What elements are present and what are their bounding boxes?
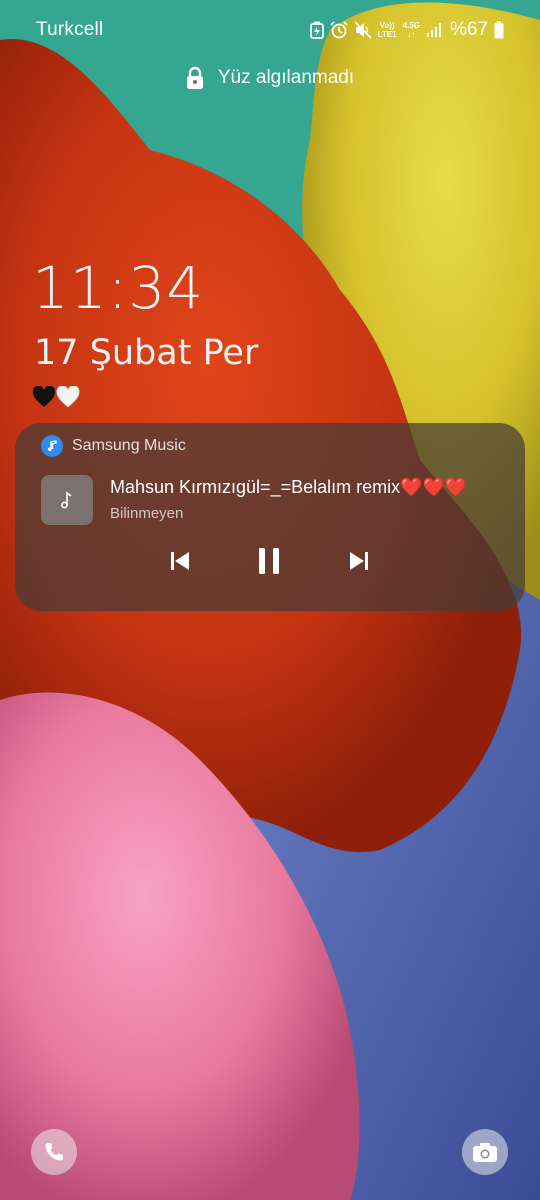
alarm-icon (330, 21, 348, 39)
camera-shortcut[interactable] (462, 1129, 508, 1175)
album-art (41, 475, 93, 525)
battery-percent: %67 (449, 19, 488, 40)
media-player-card[interactable]: Samsung Music Mahsun Kırmızıgül=_=Belalı… (15, 423, 525, 611)
previous-button[interactable] (160, 541, 200, 581)
media-app-name: Samsung Music (72, 437, 186, 454)
camera-icon (473, 1143, 497, 1162)
volte-icon: Vo)) LTE1 (377, 21, 397, 39)
samsung-music-icon (41, 435, 63, 457)
lock-icon (186, 66, 203, 89)
pause-button[interactable] (249, 541, 289, 581)
status-bar: Turkcell Vo)) LTE1 4.5G ↓↑ %67 (0, 0, 540, 60)
next-icon (350, 552, 368, 570)
media-controls (15, 541, 525, 581)
battery-icon (494, 21, 504, 39)
music-note-icon (61, 491, 72, 509)
signal-icon (426, 23, 441, 37)
lockscreen-date: 17 Şubat Per (34, 333, 259, 373)
next-button[interactable] (339, 541, 379, 581)
4g-icon: 4.5G ↓↑ (402, 21, 420, 39)
media-app-header: Samsung Music (41, 435, 186, 457)
face-unlock-status: Yüz algılanmadı (0, 66, 540, 90)
phone-icon (45, 1143, 63, 1161)
owner-info (32, 386, 80, 408)
black-heart-icon (32, 386, 56, 407)
pause-icon (259, 548, 279, 574)
song-artist: Bilinmeyen (110, 505, 184, 522)
lock-message: Yüz algılanmadı (217, 67, 355, 88)
song-title: Mahsun Kırmızıgül=_=Belalım remix❤️❤️❤️ (110, 477, 468, 497)
phone-shortcut[interactable] (31, 1129, 77, 1175)
white-heart-icon (56, 386, 80, 408)
previous-icon (171, 552, 189, 570)
lockscreen-clock: 11:34 (32, 254, 205, 322)
carrier-name: Turkcell (36, 19, 104, 40)
status-icons: Vo)) LTE1 4.5G ↓↑ %67 (309, 18, 504, 42)
battery-saver-icon (309, 21, 324, 39)
mute-icon (354, 21, 372, 39)
